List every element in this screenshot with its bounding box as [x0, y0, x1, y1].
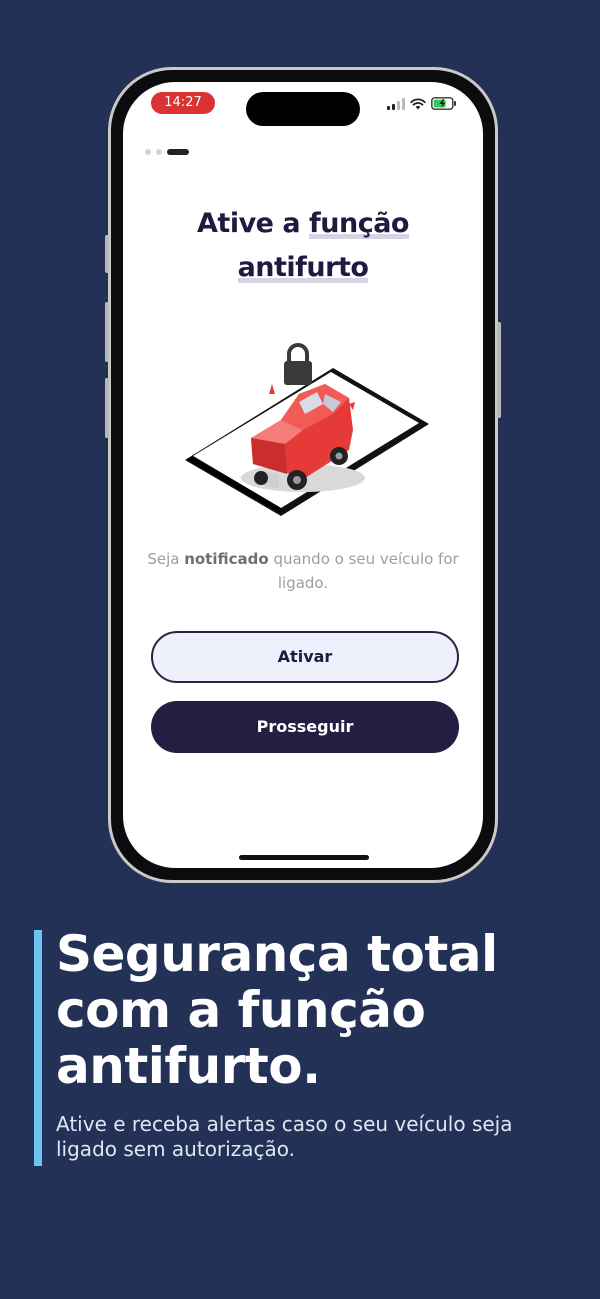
lock-icon: [284, 343, 312, 385]
description-text: Seja: [147, 550, 185, 568]
home-indicator[interactable]: [239, 855, 369, 860]
phone-volume-up-button: [105, 302, 109, 362]
promo-caption: Ative e receba alertas caso o seu veícul…: [56, 1112, 513, 1161]
accent-bar: [34, 930, 42, 1166]
pager-dot: [145, 149, 151, 155]
phone-frame: 14:27 Ative a função antifurto Seja noti…: [105, 67, 501, 883]
activate-button[interactable]: Ativar: [151, 631, 459, 683]
title-highlight: antifurto: [237, 252, 369, 283]
battery-charging-icon: [431, 97, 456, 110]
app-screen: 14:27 Ative a função antifurto Seja noti…: [123, 82, 483, 868]
continue-button[interactable]: Prosseguir: [151, 701, 459, 753]
status-bar: 14:27: [123, 82, 483, 132]
screen-description: Seja notificado quando o seu veículo for…: [143, 547, 463, 595]
phone-volume-down-button: [105, 378, 109, 438]
screen-title: Ative a função antifurto: [123, 202, 483, 290]
phone-power-button: [497, 322, 501, 418]
status-time: 14:27: [151, 92, 215, 114]
title-text: Ative a: [197, 208, 310, 239]
cellular-signal-icon: [387, 97, 405, 110]
promo-headline: Segurança total com a função antifurto.: [56, 925, 498, 1095]
car-icon: [241, 384, 365, 492]
pager-dot: [156, 149, 162, 155]
onboarding-pager: [145, 149, 189, 155]
status-icons: [387, 97, 457, 110]
description-bold: notificado: [184, 550, 269, 568]
phone-action-button: [105, 235, 109, 273]
dynamic-island: [246, 92, 360, 126]
description-text: quando o seu veículo for ligado.: [268, 550, 459, 592]
wifi-icon: [410, 97, 426, 109]
antitheft-illustration: [185, 343, 429, 516]
title-highlight: função: [309, 208, 409, 239]
pager-dot-active: [167, 149, 189, 155]
